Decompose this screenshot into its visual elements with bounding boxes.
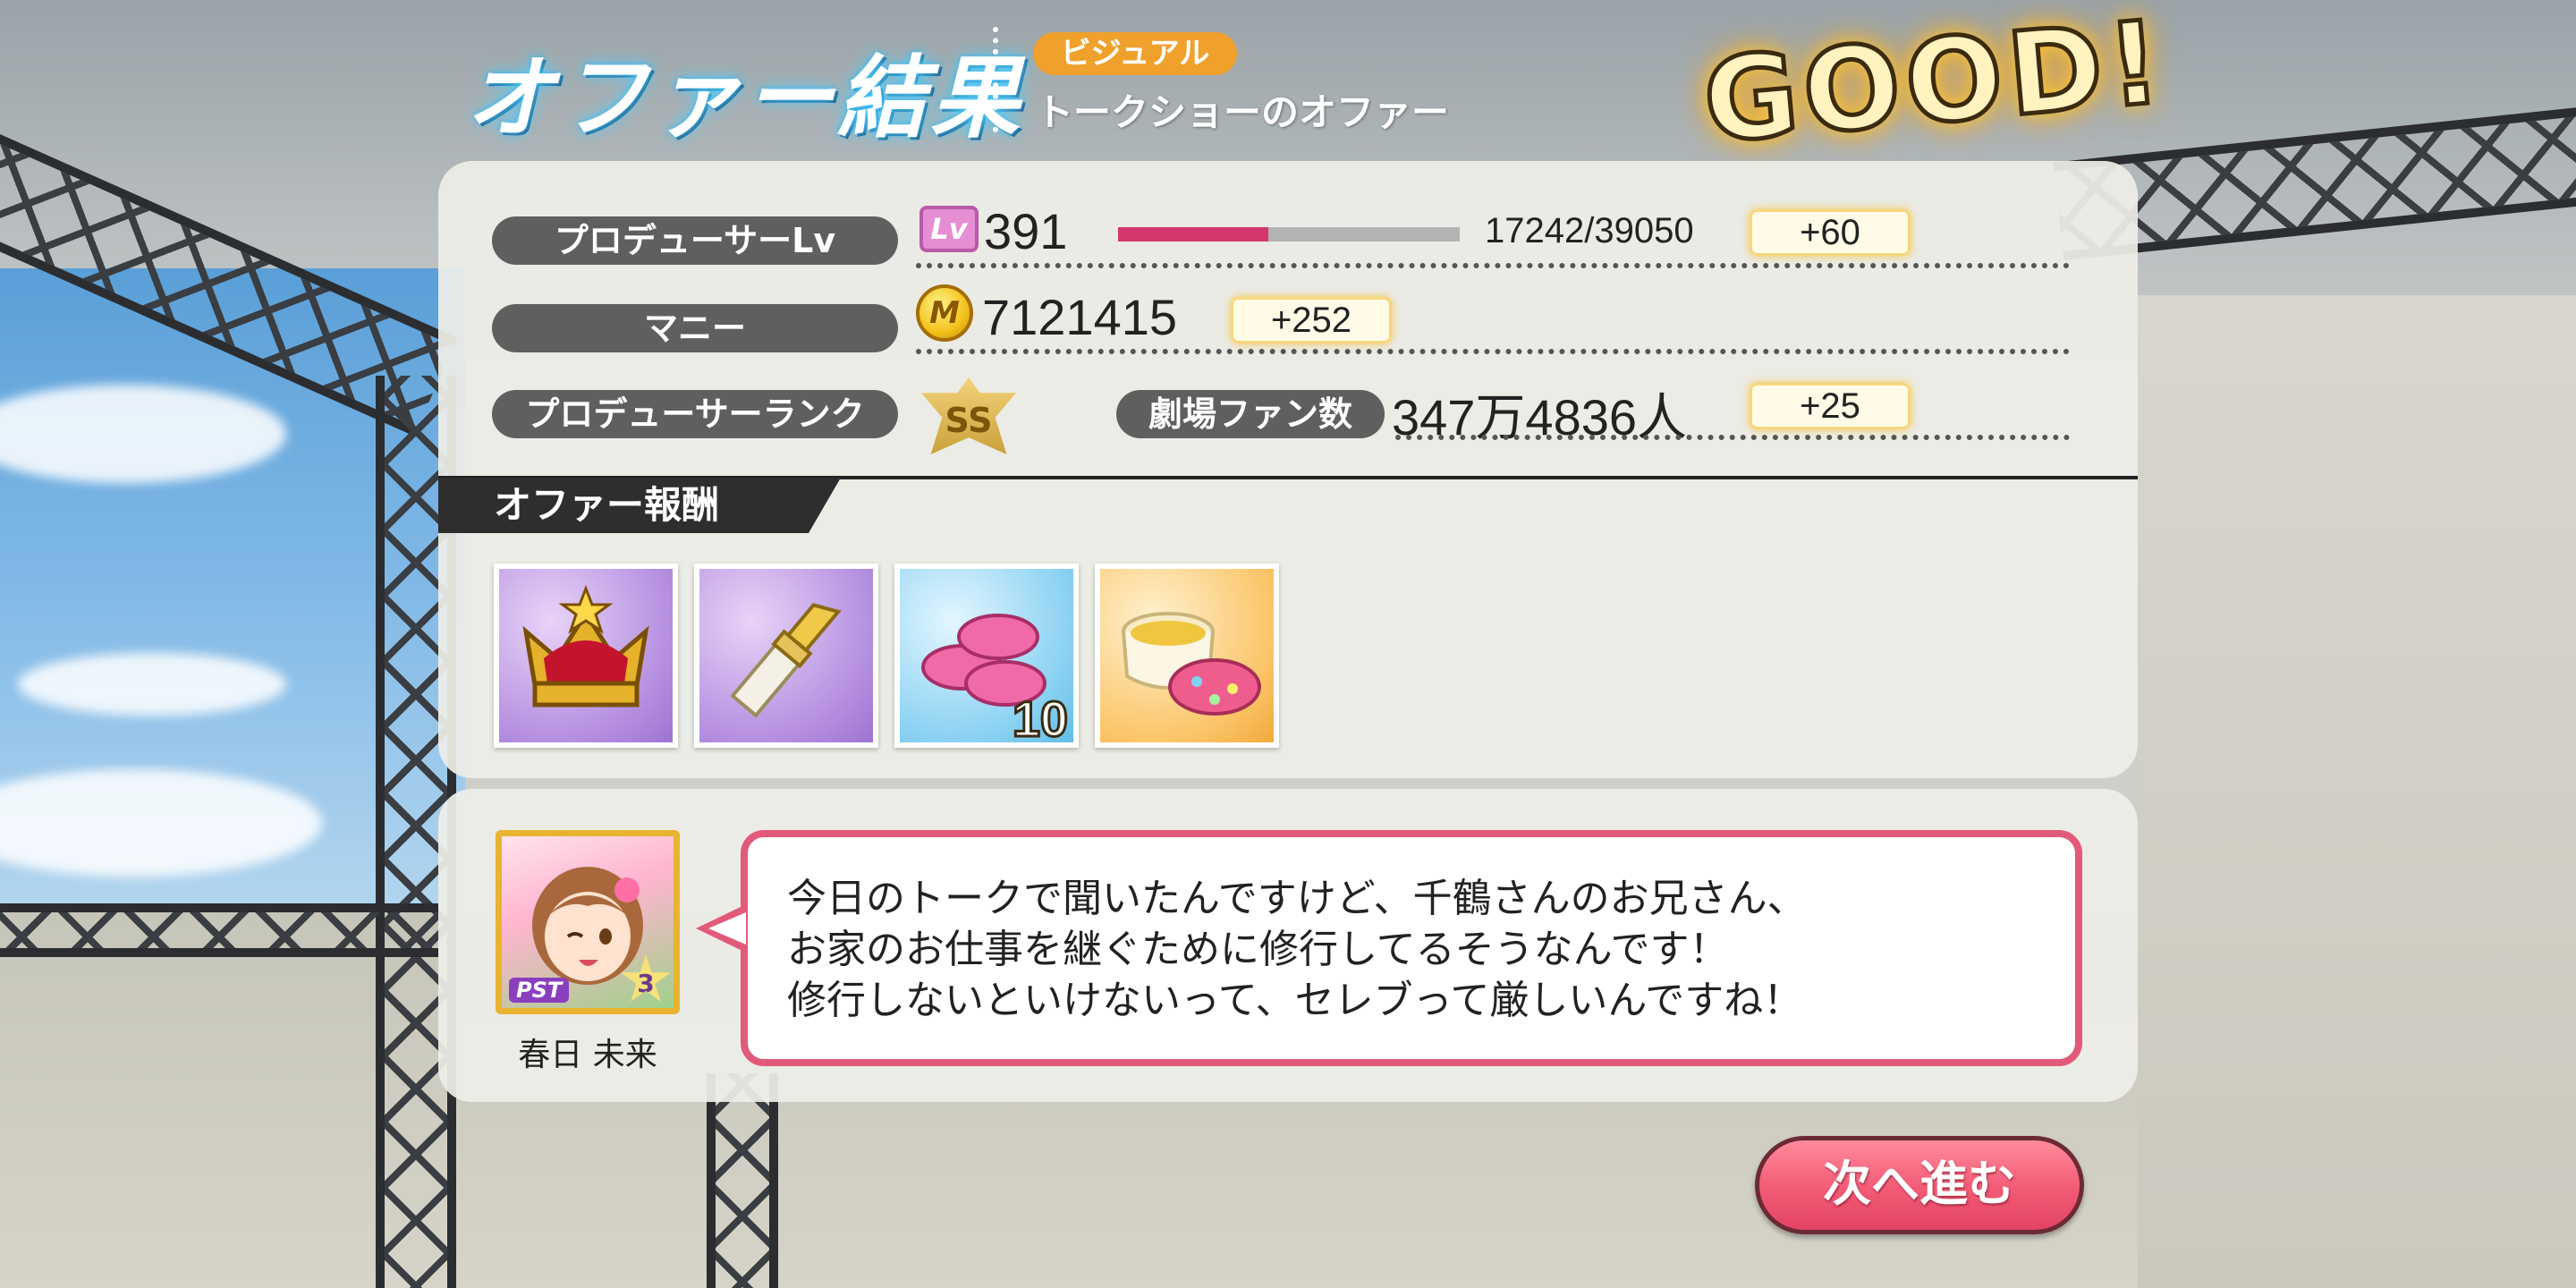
exp-progress-bar [1118,227,1460,242]
lipstick-icon [730,603,842,718]
next-button[interactable]: 次へ進む [1755,1136,2084,1234]
reward-cosmetic[interactable] [1095,564,1279,748]
character-portrait[interactable]: PST 3 [496,830,680,1014]
exp-value: 17242/39050 [1485,211,1694,250]
lv-exp-gain: +60 [1750,209,1911,256]
theater-fans-label: 劇場ファン数 [1116,390,1385,438]
dialogue-line: お家のお仕事を継ぐために修行してるそうなんです！ [787,927,1729,972]
reward-macaron[interactable]: 10 [894,564,1079,748]
speech-bubble: 今日のトークで聞いたんですけど、千鶴さんのお兄さん、 お家のお仕事を継ぐために修… [741,830,2082,1066]
reward-crown[interactable] [494,564,678,748]
producer-lv-value: 391 [984,203,1068,259]
title-divider [993,27,998,132]
exp-progress-fill [1118,227,1269,242]
row-divider [916,263,2070,268]
row-divider [916,349,2070,354]
money-value: 7121415 [982,289,1178,345]
producer-rank-label: プロデューサーランク [492,390,898,438]
truss-beam-low [0,903,438,957]
reward-quantity: 10 [1011,690,1069,747]
money-coin-icon: M [916,284,973,342]
money-label: マニー [492,304,898,352]
character-name: 春日 未来 [518,1037,657,1073]
stage-wall [2138,295,2576,1288]
producer-lv-label: プロデューサーLv [492,216,898,265]
level-icon: Lv [919,206,979,252]
offer-type-badge: ビジュアル [1033,32,1237,75]
speech-bubble-tail-inner [708,912,746,945]
page-title: オファー結果 [465,46,1023,150]
money-gain: +252 [1231,297,1392,343]
crown-icon [522,584,649,708]
dialogue-line: 今日のトークで聞いたんですけど、千鶴さんのお兄さん、 [787,876,1807,921]
row-divider [1395,435,2070,440]
rewards-section-label: オファー報酬 [438,478,841,533]
card-type-badge: PST [509,978,570,1003]
cosmetic-cream-icon [1122,612,1261,716]
fans-gain: +25 [1750,383,1911,429]
dialogue-line: 修行しないといけないって、セレブって厳しいんですね！ [787,978,1803,1023]
offer-name: トークショーのオファー [1036,90,1450,134]
reward-lipstick[interactable] [694,564,878,748]
truss-pillar-center [707,1073,778,1288]
